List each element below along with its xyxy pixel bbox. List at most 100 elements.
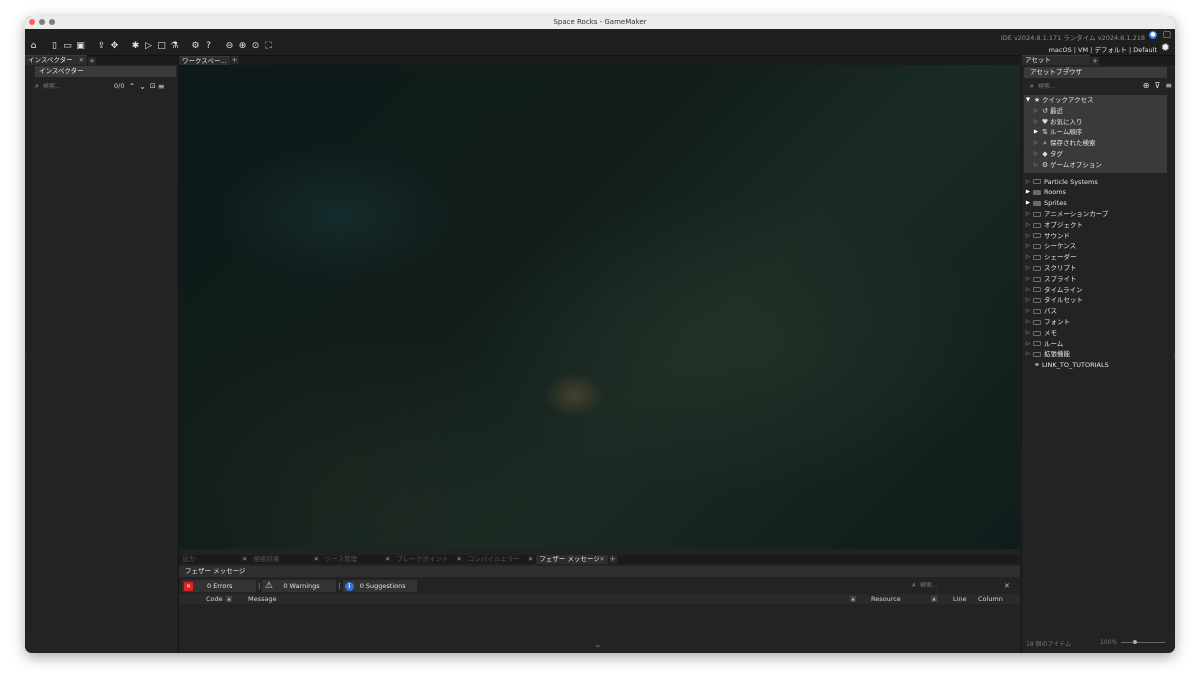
close-tab-icon[interactable]: ✕ [385,555,390,564]
tab-feather-messages[interactable]: フェザー メッセージ ✕ [536,555,608,564]
expand-arrow-icon[interactable]: ▷ [1024,306,1032,317]
filter-icon[interactable]: ⊽ [1154,81,1160,90]
asset-folder[interactable]: ▷ シェーダー [1024,252,1175,263]
clear-search-icon[interactable]: ✕ [1004,582,1010,590]
tab-output[interactable]: 出力 ✕ [179,555,250,564]
column-line[interactable]: Line [953,594,967,604]
quick-access-item[interactable]: ▷ ⌕ 保存された検索 [1024,138,1167,149]
expand-arrow-icon[interactable]: ▷ [1024,177,1032,188]
expand-arrow-icon[interactable]: ▶ [1032,127,1040,138]
chevron-down-icon[interactable]: ⌄ [139,82,146,91]
expand-arrow-icon[interactable]: ▷ [1024,285,1032,296]
expand-arrow-icon[interactable]: ▷ [1032,117,1040,128]
help-icon[interactable]: ? [202,40,215,53]
asset-folder[interactable]: ▷ オブジェクト [1024,220,1175,231]
asset-folder[interactable]: ▶ Sprites [1024,198,1175,209]
tab-search-results[interactable]: 検索結果 ✕ [250,555,321,564]
asset-folder[interactable]: ▶ Rooms [1024,187,1175,198]
expand-arrow-icon[interactable]: ▷ [1024,295,1032,306]
add-tab-button[interactable]: + [88,57,97,65]
export-icon[interactable]: ⇪ [95,40,108,53]
tab-compile-errors[interactable]: コンパイルエラー ✕ [465,555,536,564]
close-tab-icon[interactable]: ✕ [242,555,247,564]
zoom-in-icon[interactable]: ⊕ [236,40,249,53]
lock-icon[interactable]: ⊡ [150,82,156,90]
asset-folder[interactable]: ▷ メモ [1024,328,1175,339]
tab-source-control[interactable]: ソース管理 ✕ [322,555,393,564]
clean-build-icon[interactable]: ⚗ [168,40,181,53]
asset-folder[interactable]: ▷ サウンド [1024,231,1175,242]
expand-arrow-icon[interactable]: ▷ [1024,274,1032,285]
expand-arrow-icon[interactable]: ▷ [1024,317,1032,328]
close-tab-icon[interactable]: ✕ [313,555,318,564]
close-window-button[interactable] [29,19,35,25]
tutorials-link[interactable]: ⚭ LINK_TO_TUTORIALS [1024,360,1175,371]
add-workspace-button[interactable]: + [230,56,239,64]
column-column[interactable]: Column [978,594,1003,604]
open-folder-icon[interactable]: ▭ [61,40,74,53]
quick-access-node[interactable]: ▼ ★ クイックアクセス [1024,95,1167,106]
expand-arrow-icon[interactable]: ▷ [1032,106,1040,117]
user-avatar-icon[interactable]: ● [1149,31,1157,39]
quick-access-item[interactable]: ▶ ⇅ ルーム順序 [1024,127,1167,138]
errors-filter-button[interactable]: ✕ 0 Errors [182,580,256,592]
close-tab-icon[interactable]: ✕ [599,555,604,564]
workspace-canvas[interactable] [179,65,1020,549]
workspace-fit-icon[interactable]: ⛶ [262,40,275,53]
asset-folder[interactable]: ▷ スプライト [1024,274,1175,285]
expand-arrow-icon[interactable]: ▷ [1024,252,1032,263]
asset-folder[interactable]: ▷ Particle Systems [1024,177,1175,188]
quick-access-item[interactable]: ▷ ↺ 最近 [1024,106,1167,117]
quick-access-item[interactable]: ▷ ♥ お気に入り [1024,117,1167,128]
column-resource[interactable]: Resource [871,594,901,604]
tab-breakpoints[interactable]: ブレークポイント ✕ [393,555,464,564]
maximize-window-button[interactable] [49,19,55,25]
asset-folder[interactable]: ▷ 拡張機能 [1024,349,1175,360]
expand-arrow-icon[interactable]: ▶ [1024,198,1032,209]
new-file-icon[interactable]: ▯ [48,40,61,53]
stop-icon[interactable]: □ [155,40,168,53]
home-icon[interactable]: ⌂ [27,40,40,53]
expand-arrow-icon[interactable]: ▼ [1024,95,1032,106]
target-selector[interactable]: macOS | VM | デフォルト | Default [1049,44,1157,54]
expand-arrow-icon[interactable]: ▷ [1024,328,1032,339]
expand-arrow-icon[interactable]: ▷ [1024,339,1032,350]
zoom-slider-handle[interactable] [1133,640,1137,644]
asset-folder[interactable]: ▷ シーケンス [1024,241,1175,252]
expand-arrow-icon[interactable]: ▷ [1024,349,1032,360]
close-tab-icon[interactable]: ✕ [79,56,84,64]
target-settings-icon[interactable]: ✹ [1161,41,1170,54]
zoom-slider[interactable] [1121,640,1165,644]
column-message[interactable]: Message [248,594,277,604]
sort-resource-icon[interactable]: ▲ [931,596,937,602]
sort-code-icon[interactable]: ▲ [226,596,232,602]
warnings-filter-button[interactable]: ⚠ 0 Warnings [262,580,337,592]
suggestions-filter-button[interactable]: i 0 Suggestions [342,580,417,592]
chat-icon[interactable]: ▢ [1162,30,1171,40]
save-icon[interactable]: ▣ [74,40,87,53]
collapse-bottom-handle[interactable]: ═ [596,643,600,650]
asset-search-input[interactable] [1038,82,1123,90]
asset-folder[interactable]: ▷ パス [1024,306,1175,317]
zoom-reset-icon[interactable]: ⊙ [249,40,262,53]
sort-message-icon[interactable]: ▲ [850,596,856,602]
inspector-search-input[interactable] [43,82,113,90]
expand-arrow-icon[interactable]: ▷ [1024,263,1032,274]
asset-folder[interactable]: ▷ ルーム [1024,339,1175,350]
asset-folder[interactable]: ▷ タイムライン [1024,285,1175,296]
tab-assets[interactable]: アセット ✕ [1022,55,1090,73]
minimize-window-button[interactable] [39,19,45,25]
add-tab-button[interactable]: + [1091,57,1099,65]
asset-folder[interactable]: ▷ フォント [1024,317,1175,328]
collapse-right-handle[interactable]: ⦙ [1174,352,1175,360]
chevron-up-icon[interactable]: ⌃ [128,82,135,91]
asset-folder[interactable]: ▷ スクリプト [1024,263,1175,274]
expand-arrow-icon[interactable]: ▷ [1032,149,1040,160]
menu-icon[interactable]: ≡ [1165,81,1172,90]
expand-arrow-icon[interactable]: ▶ [1024,187,1032,198]
quick-access-item[interactable]: ▷ ⚙ ゲームオプション [1024,160,1167,171]
clean-icon[interactable]: ✥ [108,40,121,53]
asset-folder[interactable]: ▷ タイルセット [1024,295,1175,306]
menu-icon[interactable]: ≡ [158,82,165,91]
asset-folder[interactable]: ▷ アニメーションカーブ [1024,209,1175,220]
